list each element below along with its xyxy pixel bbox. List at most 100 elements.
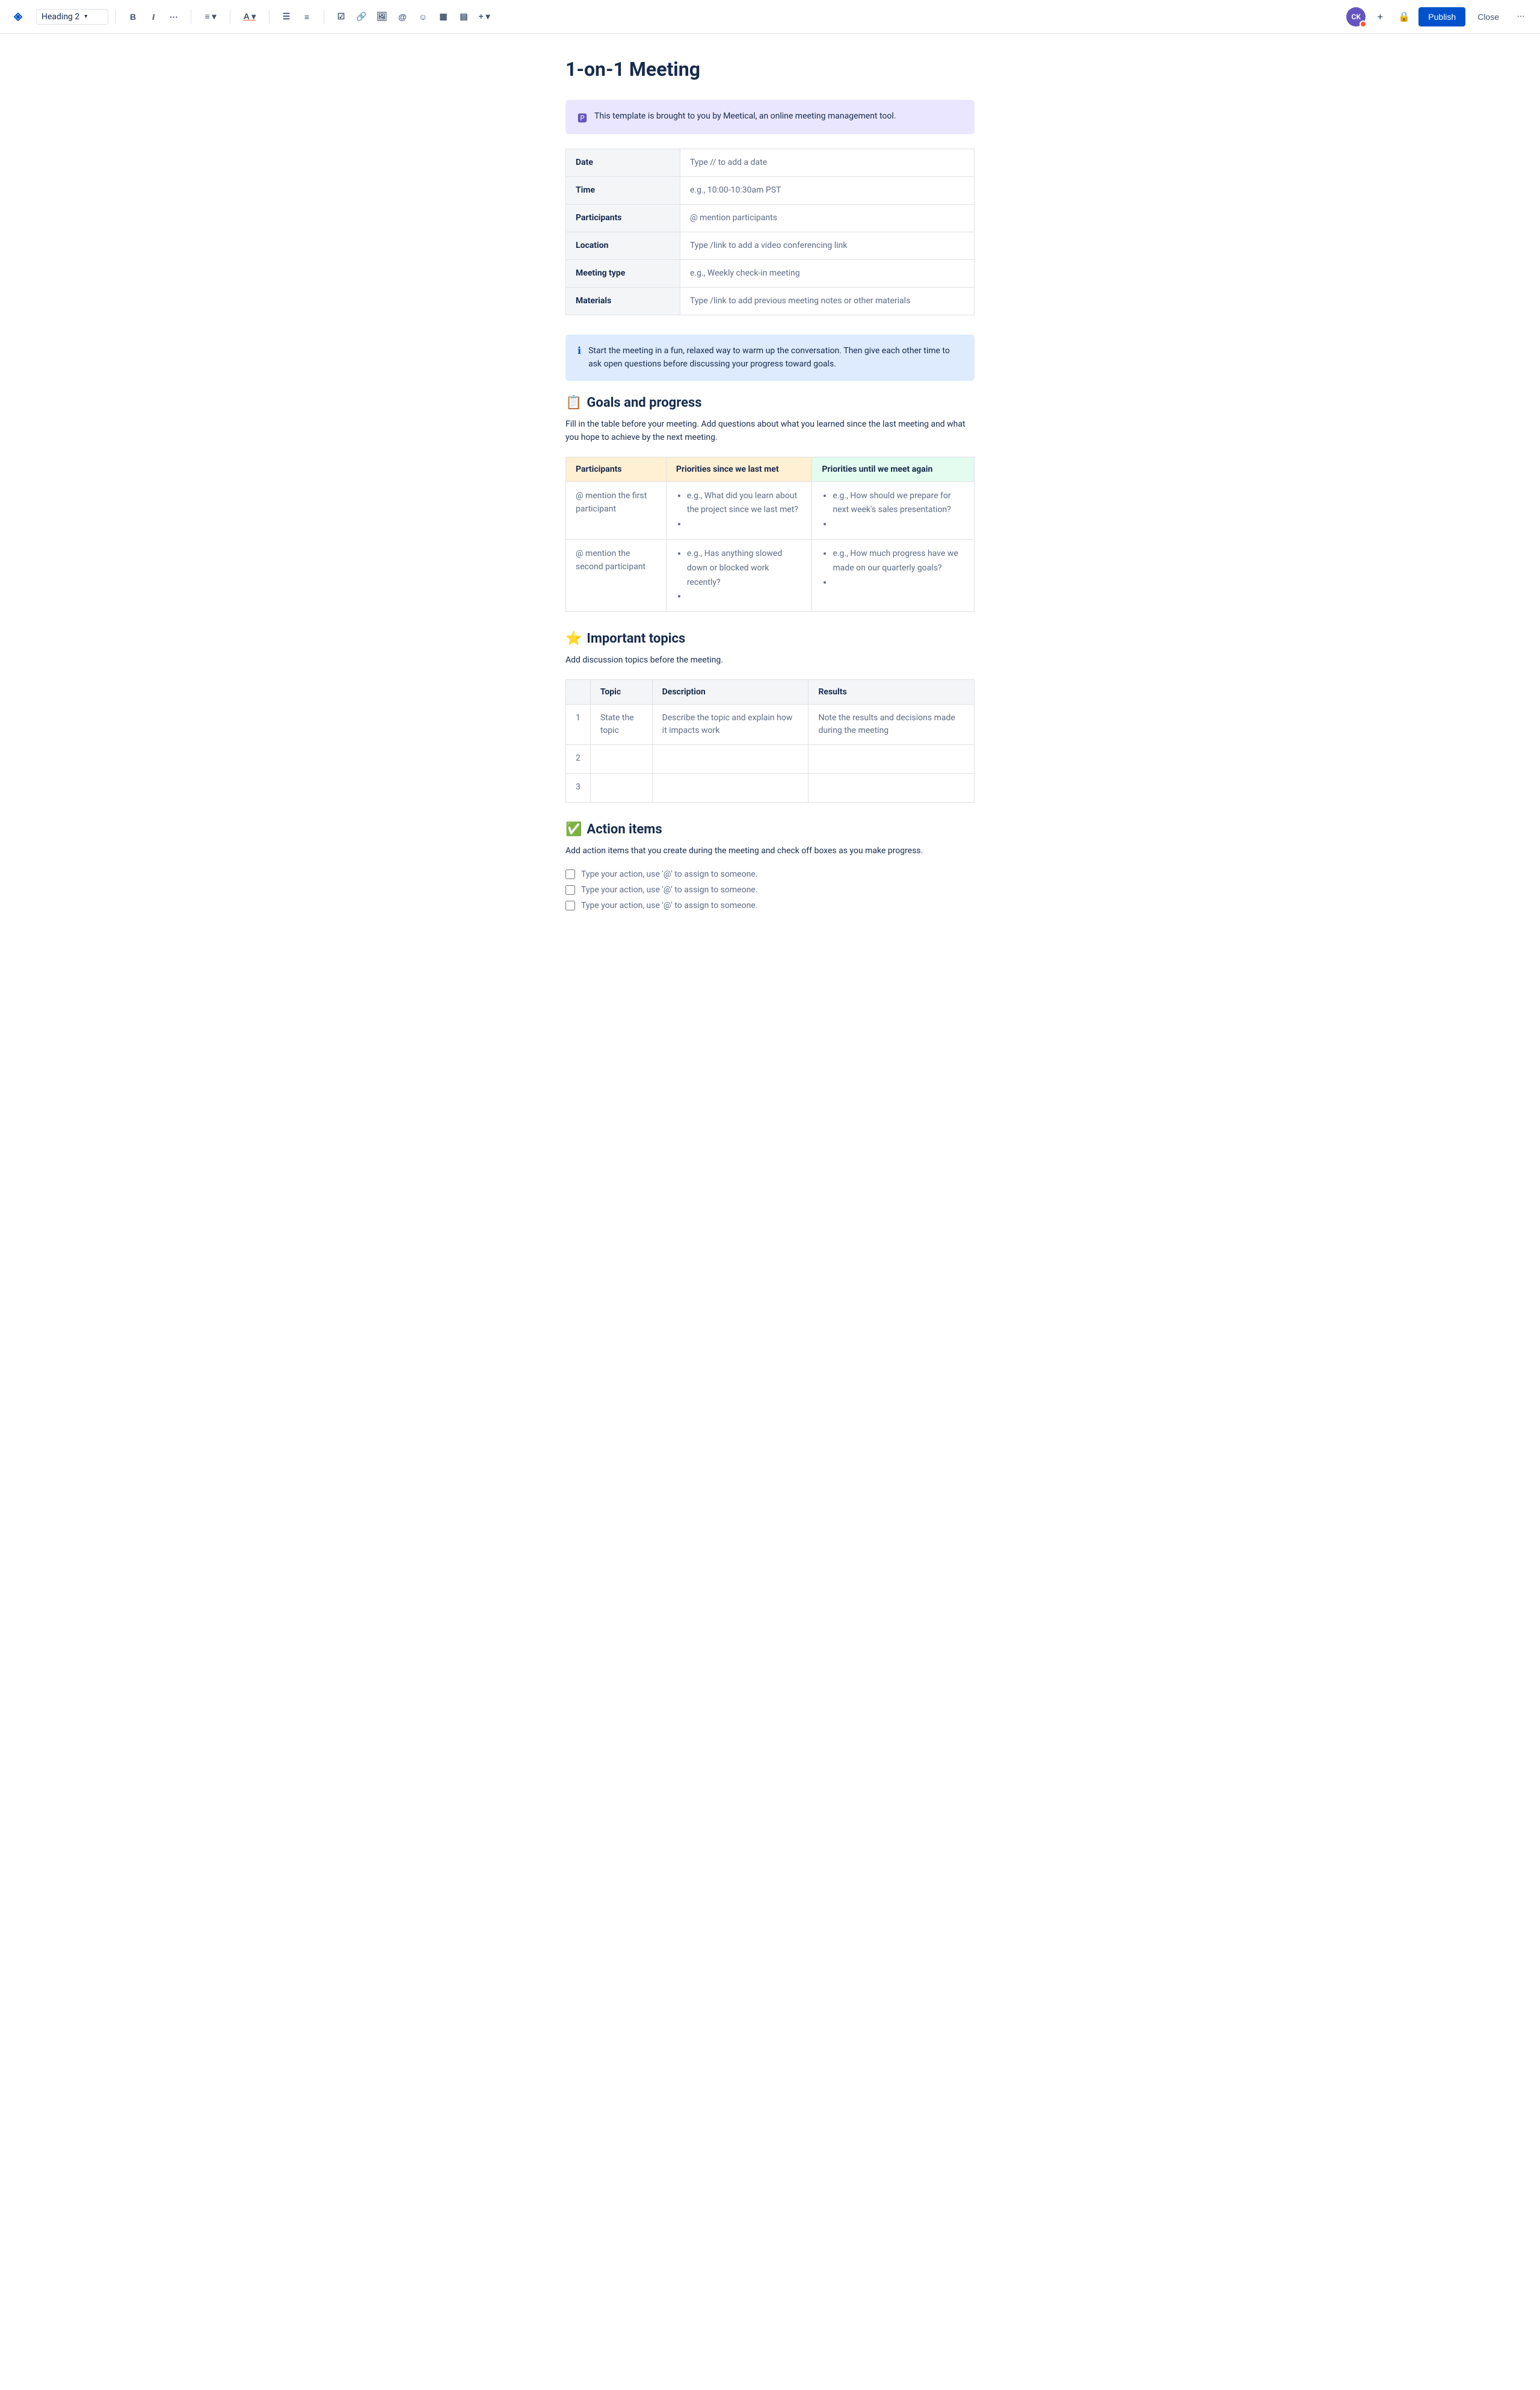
- action-text[interactable]: Type your action, use '@' to assign to s…: [581, 869, 757, 879]
- action-checkbox[interactable]: [565, 869, 575, 879]
- topics-results[interactable]: [808, 773, 975, 802]
- meeting-value[interactable]: Type // to add a date: [680, 149, 975, 177]
- align-button[interactable]: ≡ ▾: [199, 7, 223, 26]
- layout-button[interactable]: ▤: [454, 7, 473, 26]
- topics-description-cell[interactable]: [652, 744, 808, 773]
- template-notice: 🅿 This template is brought to you by Mee…: [565, 100, 975, 134]
- color-button[interactable]: A ▾: [238, 7, 262, 26]
- warmup-notice: ℹ Start the meeting in a fun, relaxed wa…: [565, 335, 975, 381]
- text-color-icon: A ▾: [244, 11, 256, 22]
- lock-icon: 🔒: [1398, 11, 1410, 22]
- more-actions-button[interactable]: ···: [1511, 7, 1530, 26]
- more-format-button[interactable]: ···: [164, 7, 183, 26]
- topics-topic[interactable]: [590, 744, 652, 773]
- emoji-button[interactable]: ☺: [413, 7, 433, 26]
- meeting-info-table: Date Type // to add a date Time e.g., 10…: [565, 149, 975, 315]
- numbered-list-button[interactable]: ≡: [297, 7, 316, 26]
- template-notice-text: This template is brought to you by Meeti…: [594, 110, 896, 123]
- publish-button[interactable]: Publish: [1418, 7, 1465, 26]
- meeting-value[interactable]: @ mention participants: [680, 205, 975, 232]
- app-logo[interactable]: [10, 8, 26, 25]
- meeting-value[interactable]: e.g., Weekly check-in meeting: [680, 260, 975, 288]
- actions-heading: ✅ Action items: [565, 822, 975, 837]
- meeting-value[interactable]: Type /link to add a video conferencing l…: [680, 232, 975, 260]
- goals-emoji: 📋: [565, 395, 582, 410]
- list-item: e.g., How much progress have we made on …: [833, 547, 964, 576]
- list-item: [833, 517, 964, 532]
- action-text[interactable]: Type your action, use '@' to assign to s…: [581, 901, 757, 910]
- topics-row-num: 1: [566, 704, 591, 744]
- topics-topic[interactable]: [590, 773, 652, 802]
- list-item: e.g., Has anything slowed down or blocke…: [687, 547, 802, 590]
- goals-participant[interactable]: @ mention the second participant: [566, 539, 667, 611]
- layout-icon: ▤: [460, 11, 467, 22]
- checkbox-button[interactable]: ☑: [331, 7, 351, 26]
- list-group: ☰ ≡: [277, 7, 316, 26]
- topics-topic[interactable]: State the topic: [590, 704, 652, 744]
- goals-priorities-until[interactable]: e.g., How much progress have we made on …: [812, 539, 975, 611]
- goals-row: @ mention the second participant e.g., Ha…: [566, 539, 975, 611]
- topics-results[interactable]: Note the results and decisions made duri…: [808, 704, 975, 744]
- meeting-info-row: Date Type // to add a date: [566, 149, 975, 177]
- lock-button[interactable]: 🔒: [1394, 7, 1414, 26]
- goals-priorities-since[interactable]: e.g., Has anything slowed down or blocke…: [666, 539, 812, 611]
- action-text[interactable]: Type your action, use '@' to assign to s…: [581, 885, 757, 895]
- close-button[interactable]: Close: [1470, 7, 1506, 26]
- meeting-label: Location: [566, 232, 680, 260]
- warmup-notice-text: Start the meeting in a fun, relaxed way …: [588, 344, 962, 371]
- meeting-value[interactable]: Type /link to add previous meeting notes…: [680, 288, 975, 315]
- meeting-label: Participants: [566, 205, 680, 232]
- topics-heading-text: Important topics: [587, 631, 685, 646]
- meeting-info-row: Materials Type /link to add previous mee…: [566, 288, 975, 315]
- table-button[interactable]: ▦: [434, 7, 453, 26]
- link-button[interactable]: 🔗: [352, 7, 371, 26]
- page-title[interactable]: 1-on-1 Meeting: [565, 58, 975, 81]
- heading-dropdown[interactable]: Heading 2 ▾: [36, 9, 108, 25]
- goals-col-header: Participants: [566, 457, 667, 481]
- action-item: Type your action, use '@' to assign to s…: [565, 901, 975, 910]
- avatar-badge: [1360, 20, 1367, 28]
- goals-priorities-until[interactable]: e.g., How should we prepare for next wee…: [812, 481, 975, 539]
- bullet-list-button[interactable]: ☰: [277, 7, 296, 26]
- action-checkbox[interactable]: [565, 885, 575, 895]
- topics-results[interactable]: [808, 744, 975, 773]
- text-format-group: B I ···: [123, 7, 183, 26]
- plus-collaborator-icon: +: [1378, 11, 1383, 22]
- actions-description: Add action items that you create during …: [565, 844, 975, 857]
- goals-priorities-since[interactable]: e.g., What did you learn about the proje…: [666, 481, 812, 539]
- topics-row: 1State the topicDescribe the topic and e…: [566, 704, 975, 744]
- mention-button[interactable]: @: [393, 7, 412, 26]
- meeting-label: Date: [566, 149, 680, 177]
- bold-button[interactable]: B: [123, 7, 143, 26]
- goals-description: Fill in the table before your meeting. A…: [565, 418, 975, 445]
- goals-row: @ mention the first participante.g., Wha…: [566, 481, 975, 539]
- goals-heading-text: Goals and progress: [587, 395, 701, 410]
- more-insert-button[interactable]: + ▾: [475, 7, 494, 26]
- add-collaborator-button[interactable]: +: [1370, 7, 1390, 26]
- plus-icon: + ▾: [478, 11, 490, 22]
- goals-col-header: Priorities since we last met: [666, 457, 812, 481]
- avatar[interactable]: CK: [1346, 7, 1366, 26]
- list-item: e.g., How should we prepare for next wee…: [833, 489, 964, 518]
- image-icon: 🖼: [377, 11, 387, 22]
- action-item: Type your action, use '@' to assign to s…: [565, 885, 975, 895]
- topics-col-header: Topic: [590, 679, 652, 704]
- heading-label: Heading 2: [42, 12, 79, 22]
- image-button[interactable]: 🖼: [372, 7, 392, 26]
- topics-heading: ⭐ Important topics: [565, 631, 975, 646]
- actions-emoji: ✅: [565, 822, 582, 837]
- chevron-down-icon: ▾: [84, 13, 87, 20]
- topics-row-num: 3: [566, 773, 591, 802]
- template-icon: 🅿: [578, 110, 587, 125]
- list-item: [687, 590, 802, 604]
- goals-col-header: Priorities until we meet again: [812, 457, 975, 481]
- topics-table: TopicDescriptionResults 1State the topic…: [565, 679, 975, 803]
- action-checkbox[interactable]: [565, 901, 575, 910]
- topics-description-cell[interactable]: [652, 773, 808, 802]
- at-icon: @: [398, 12, 407, 22]
- topics-description-cell[interactable]: Describe the topic and explain how it im…: [652, 704, 808, 744]
- meeting-value[interactable]: e.g., 10:00-10:30am PST: [680, 177, 975, 205]
- italic-button[interactable]: I: [144, 7, 163, 26]
- goals-participant[interactable]: @ mention the first participant: [566, 481, 667, 539]
- page-content: 1-on-1 Meeting 🅿 This template is brough…: [541, 34, 999, 959]
